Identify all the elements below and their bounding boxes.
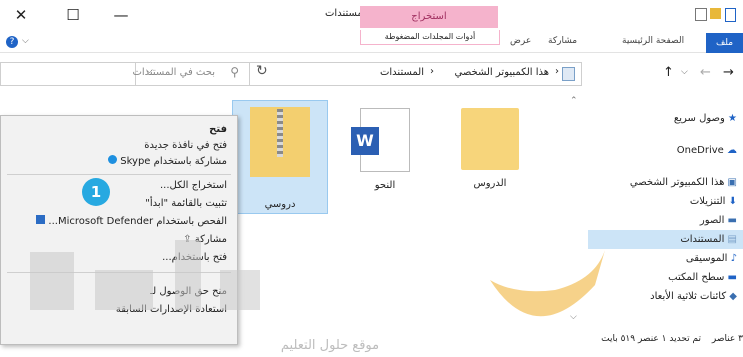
- breadcrumb-documents[interactable]: المستندات: [380, 67, 424, 78]
- nav-pictures[interactable]: ▬ الصور: [700, 211, 737, 230]
- watermark-text: موقع حلول التعليم: [280, 338, 380, 353]
- chevron-down-icon[interactable]: ⌵: [22, 36, 29, 46]
- music-icon: ♪: [730, 253, 737, 264]
- share-icon: ⇪: [183, 234, 192, 245]
- menu-item-scan-defender[interactable]: الفحص باستخدام Microsoft Defender...: [36, 214, 227, 230]
- help-icon[interactable]: ?: [6, 36, 18, 48]
- context-menu: فتح فتح في نافذة جديدة مشاركة باستخدام S…: [0, 115, 238, 345]
- word-document-icon: W: [351, 108, 410, 172]
- search-input[interactable]: بحث في المستندات: [132, 67, 215, 78]
- menu-item-restore-versions[interactable]: استعادة الإصدارات السابقة: [116, 302, 227, 318]
- refresh-icon[interactable]: ↻: [256, 63, 268, 79]
- search-icon[interactable]: ⚲: [230, 65, 239, 79]
- nav-quick-access[interactable]: ★ وصول سريع: [674, 109, 737, 128]
- menu-item-share[interactable]: مشاركة ⇪: [183, 232, 227, 248]
- scroll-down-icon[interactable]: ⌵: [570, 312, 577, 322]
- folder-icon[interactable]: [710, 8, 721, 19]
- pictures-icon: ▬: [727, 215, 737, 226]
- step-callout-badge: 1: [82, 178, 110, 206]
- breadcrumb-separator-icon: ›: [555, 66, 559, 77]
- file-name: دروسي: [264, 199, 296, 210]
- nav-3d-objects[interactable]: ◆ كائنات ثلاثية الأبعاد: [650, 287, 737, 306]
- save-icon[interactable]: [725, 8, 736, 22]
- nav-downloads[interactable]: ⬇ التنزيلات: [690, 192, 737, 211]
- skype-icon: [108, 155, 118, 164]
- nav-music[interactable]: ♪ الموسيقى: [686, 249, 737, 268]
- status-bar: ٣ عناصر تم تحديد ١ عنصر ٥١٩ بايت: [582, 330, 743, 348]
- extract-context-tab[interactable]: استخراج: [360, 6, 498, 28]
- status-selection: تم تحديد ١ عنصر ٥١٩ بايت: [601, 334, 701, 344]
- tab-view[interactable]: عرض: [510, 36, 531, 46]
- tab-share[interactable]: مشاركة: [548, 36, 577, 46]
- documents-icon: [562, 67, 575, 81]
- scroll-up-icon[interactable]: ⌃: [570, 96, 578, 106]
- zip-folder-icon: [250, 107, 310, 177]
- file-item-zip-selected[interactable]: دروسي: [232, 100, 328, 214]
- navigation-pane: ★ وصول سريع ☁ OneDrive ▣ هذا الكمبيوتر ا…: [582, 94, 743, 324]
- cloud-icon: ☁: [727, 145, 737, 156]
- documents-icon: ▤: [727, 234, 737, 245]
- close-button[interactable]: ✕: [6, 0, 36, 30]
- tab-file[interactable]: ملف: [706, 33, 743, 53]
- star-icon: ★: [728, 113, 737, 124]
- properties-icon[interactable]: [695, 8, 707, 21]
- menu-item-pin-start[interactable]: تثبيت بالقائمة "ابدأ": [145, 196, 227, 212]
- maximize-button[interactable]: ☐: [58, 0, 88, 30]
- file-item-folder[interactable]: الدروس: [450, 108, 530, 189]
- back-arrow-icon[interactable]: →: [723, 65, 734, 80]
- quick-access-toolbar: [655, 8, 736, 22]
- folder-icon: [461, 108, 519, 170]
- desktop-icon: ▬: [727, 272, 737, 283]
- menu-item-extract-all[interactable]: استخراج الكل...: [160, 178, 227, 194]
- menu-item-give-access[interactable]: منح حق الوصول لـ: [150, 284, 227, 300]
- nav-this-pc[interactable]: ▣ هذا الكمبيوتر الشخصي: [630, 173, 737, 192]
- download-icon: ⬇: [728, 196, 737, 207]
- nav-onedrive[interactable]: ☁ OneDrive: [677, 141, 737, 160]
- up-arrow-icon[interactable]: ↑: [663, 65, 674, 80]
- menu-item-open-with[interactable]: فتح باستخدام...: [162, 250, 227, 266]
- menu-item-open[interactable]: فتح: [209, 122, 227, 138]
- status-item-count: ٣ عناصر: [711, 334, 743, 344]
- tab-home[interactable]: الصفحة الرئيسية: [622, 36, 684, 46]
- file-name: الدروس: [473, 178, 507, 189]
- search-box[interactable]: بحث في المستندات ⚲: [0, 62, 250, 86]
- nav-desktop[interactable]: ▬ سطح المكتب: [668, 268, 737, 287]
- title-bar: ✕ ☐ — المستندات استخراج: [0, 0, 743, 30]
- menu-item-open-new-window[interactable]: فتح في نافذة جديدة: [144, 138, 227, 154]
- menu-separator: [7, 174, 231, 175]
- minimize-button[interactable]: —: [106, 0, 136, 30]
- compressed-folder-tools-label: أدوات المجلدات المضغوطة: [360, 30, 500, 45]
- defender-shield-icon: [36, 215, 46, 224]
- file-name: النحو: [374, 180, 396, 191]
- menu-item-share-skype[interactable]: مشاركة باستخدام Skype: [108, 154, 227, 170]
- forward-arrow-icon[interactable]: ←: [700, 65, 711, 80]
- breadcrumb-this-pc[interactable]: هذا الكمبيوتر الشخصي: [455, 67, 550, 78]
- file-item-word[interactable]: W النحو: [345, 108, 425, 191]
- recent-chevron-icon[interactable]: ⌵: [681, 67, 688, 77]
- nav-scrollbar[interactable]: ⌃ ⌵: [568, 94, 580, 326]
- menu-separator: [7, 272, 231, 273]
- computer-icon: ▣: [727, 177, 737, 188]
- breadcrumb-separator-icon: ›: [430, 66, 434, 77]
- nav-documents[interactable]: ▤ المستندات: [588, 230, 743, 249]
- objects-3d-icon: ◆: [729, 291, 737, 302]
